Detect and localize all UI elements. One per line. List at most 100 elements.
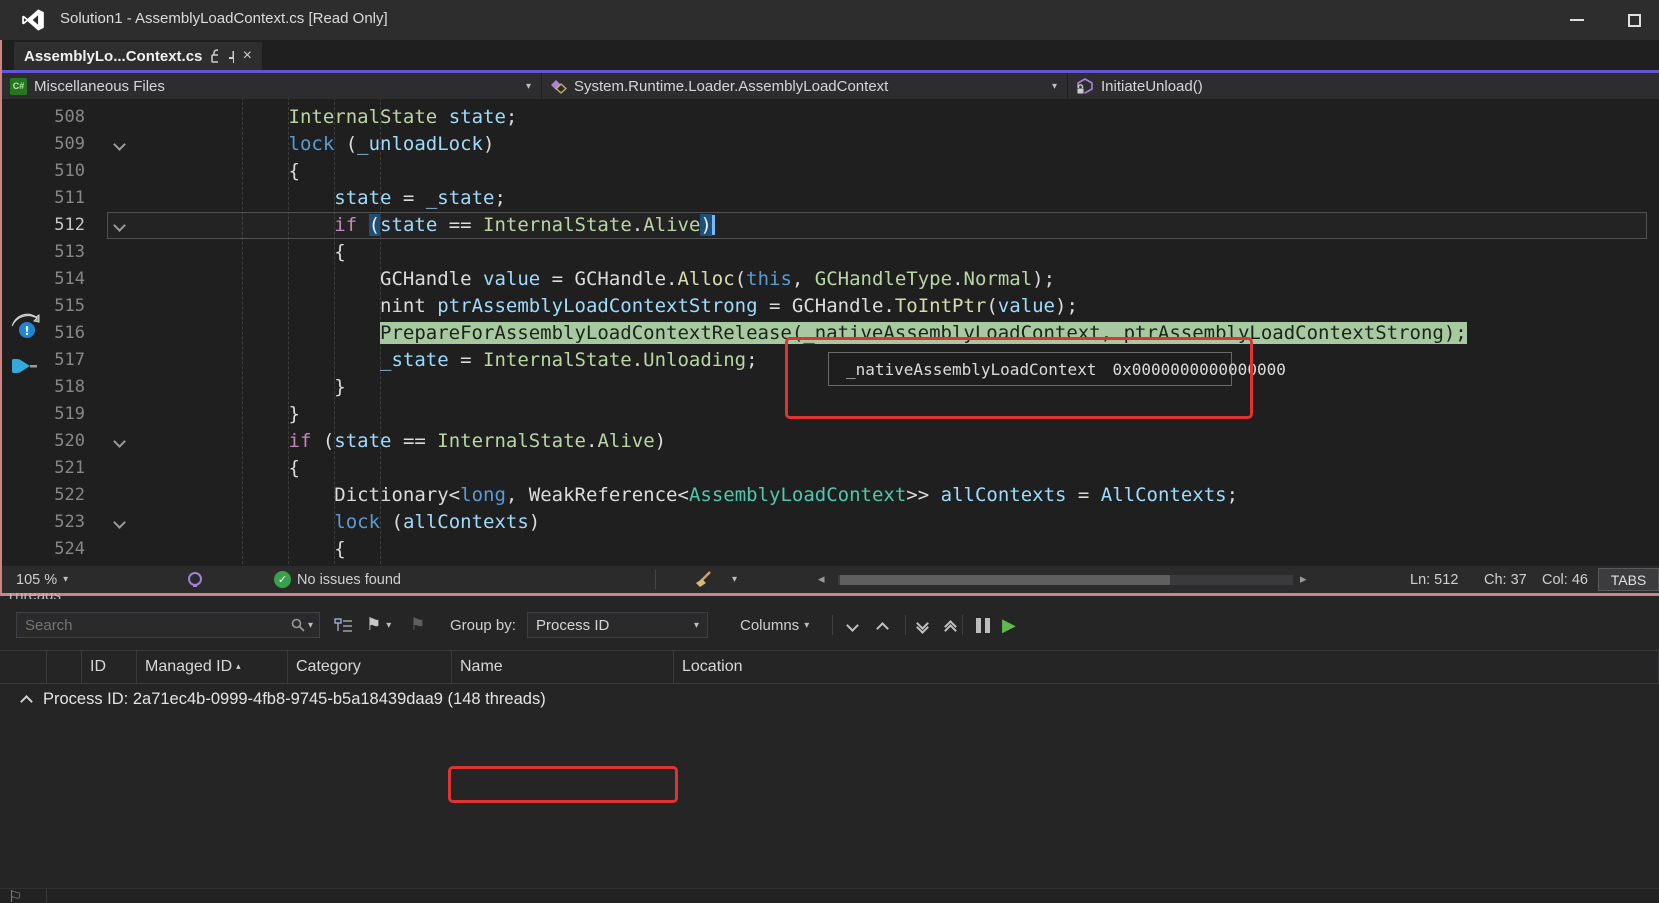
line-number: 510	[2, 158, 85, 185]
editor-line[interactable]: 513 {	[2, 239, 1659, 266]
process-group-row[interactable]: Process ID: 2a71ec4b-0999-4fb8-9745-b5a1…	[0, 684, 1659, 714]
editor-line[interactable]: 509 lock (_unloadLock)	[2, 131, 1659, 158]
group-by-dropdown[interactable]: Process ID ▾	[527, 612, 708, 638]
editor-line[interactable]: 510 {	[2, 158, 1659, 185]
title-bar: Solution1 - AssemblyLoadContext.cs [Read…	[0, 0, 1659, 40]
column-header-managed-id[interactable]: Managed ID▴	[137, 651, 288, 683]
code-text[interactable]: {	[197, 455, 300, 482]
type-dropdown[interactable]: System.Runtime.Loader.AssemblyLoadContex…	[542, 73, 1068, 99]
horizontal-scrollbar[interactable]	[838, 575, 1293, 585]
group-toggle-button[interactable]	[334, 612, 354, 638]
column-header-blank[interactable]	[47, 651, 82, 683]
pause-button[interactable]	[976, 612, 990, 638]
column-header-id[interactable]: ID	[82, 651, 137, 683]
code-text[interactable]: Dictionary<long, WeakReference<AssemblyL…	[197, 482, 1238, 509]
column-header-blank[interactable]	[0, 651, 47, 683]
code-cleanup-broom-icon[interactable]	[694, 570, 720, 589]
code-text[interactable]: {	[197, 536, 346, 563]
fold-chevron-icon[interactable]	[113, 138, 126, 151]
code-cleanup-caret[interactable]: ▾	[732, 566, 737, 593]
collapse-chevron-icon[interactable]	[20, 695, 33, 708]
editor-line[interactable]: 514 GCHandle value = GCHandle.Alloc(this…	[2, 266, 1659, 293]
scroll-right-arrow[interactable]: ▸	[1300, 566, 1307, 593]
close-tab-icon[interactable]: ×	[243, 48, 252, 64]
code-text[interactable]: {	[197, 158, 300, 185]
member-dropdown[interactable]: InitiateUnload()	[1068, 73, 1659, 99]
code-text[interactable]: {	[197, 239, 346, 266]
maximize-button[interactable]	[1614, 8, 1654, 32]
fold-chevron-icon[interactable]	[113, 435, 126, 448]
tab-assemblyloadcontext[interactable]: AssemblyLo...Context.cs ×	[14, 42, 262, 70]
project-dropdown[interactable]: C# Miscellaneous Files ▾	[2, 73, 542, 99]
code-editor[interactable]: 507 RaiseUnloadEvent();508 InternalState…	[2, 40, 1659, 566]
text-caret	[712, 215, 715, 235]
pin-icon[interactable]	[227, 50, 234, 63]
collapse-all-button[interactable]	[918, 612, 927, 638]
line-number: 519	[2, 401, 85, 428]
editor-line[interactable]: 522 Dictionary<long, WeakReference<Assem…	[2, 482, 1659, 509]
line-number: 523	[2, 509, 85, 536]
editor-line[interactable]: 512 if (state == InternalState.Alive)	[2, 212, 1659, 239]
scrollbar-thumb[interactable]	[840, 575, 1170, 585]
line-indicator: Ln: 512	[1410, 566, 1458, 593]
table-row-partial[interactable]: ⚐	[0, 888, 1659, 903]
minimize-icon	[1570, 19, 1584, 21]
editor-line[interactable]: 520 if (state == InternalState.Alive)	[2, 428, 1659, 455]
pause-icon	[976, 618, 990, 633]
chevron-down-icon: ▾	[1052, 81, 1057, 92]
issues-status[interactable]: ✓ No issues found	[274, 566, 401, 593]
project-dropdown-value: Miscellaneous Files	[34, 78, 165, 95]
code-text[interactable]: }	[197, 374, 346, 401]
code-text[interactable]: }	[197, 401, 300, 428]
line-number: 508	[2, 104, 85, 131]
fold-chevron-icon[interactable]	[113, 516, 126, 529]
flag-filter-button[interactable]: ⚑ ▾	[366, 612, 391, 638]
method-private-icon	[1076, 78, 1094, 95]
expand-all-button[interactable]	[946, 612, 955, 638]
zoom-level-dropdown[interactable]: 105 % ▾	[16, 566, 68, 593]
line-number: 511	[2, 185, 85, 212]
issues-status-text: No issues found	[297, 572, 401, 588]
line-number: 520	[2, 428, 85, 455]
return-execution-glyph-icon[interactable]: !	[8, 308, 42, 340]
flag-just-my-code-button[interactable]: ⚑	[410, 612, 425, 638]
continue-button[interactable]: ▶	[1002, 612, 1016, 638]
health-indicator-icon[interactable]	[186, 571, 204, 589]
editor-line[interactable]: 511 state = _state;	[2, 185, 1659, 212]
zoom-level-value: 105 %	[16, 572, 57, 588]
editor-line[interactable]: 524 {	[2, 536, 1659, 563]
search-input[interactable]	[17, 617, 290, 634]
code-text[interactable]: InternalState state;	[197, 104, 517, 131]
step-down-button[interactable]	[848, 612, 857, 638]
code-text[interactable]: GCHandle value = GCHandle.Alloc(this, GC…	[197, 266, 1055, 293]
minimize-button[interactable]	[1557, 8, 1597, 32]
code-text[interactable]: if (state == InternalState.Alive)	[197, 428, 666, 455]
code-text[interactable]: if (state == InternalState.Alive)	[197, 212, 715, 239]
code-text[interactable]: state = _state;	[197, 185, 506, 212]
code-text[interactable]: nint ptrAssemblyLoadContextStrong = GCHa…	[197, 293, 1078, 320]
editor-line[interactable]: 523 lock (allContexts)	[2, 509, 1659, 536]
code-text[interactable]: lock (allContexts)	[197, 509, 540, 536]
annotation-red-box-gc-finalizer	[448, 766, 678, 803]
scroll-left-arrow[interactable]: ◂	[818, 566, 825, 593]
editor-line[interactable]: 508 InternalState state;	[2, 104, 1659, 131]
column-header-location[interactable]: Location	[674, 651, 1659, 683]
editor-line[interactable]: 515 nint ptrAssemblyLoadContextStrong = …	[2, 293, 1659, 320]
tab-strip: AssemblyLo...Context.cs ×	[2, 40, 1659, 70]
column-header-name[interactable]: Name	[452, 651, 674, 683]
search-options-caret[interactable]: ▾	[308, 620, 313, 631]
code-text[interactable]: lock (_unloadLock)	[197, 131, 494, 158]
columns-button[interactable]: Columns ▾	[740, 612, 809, 638]
threads-search-box[interactable]: ▾	[16, 612, 320, 638]
type-dropdown-value: System.Runtime.Loader.AssemblyLoadContex…	[574, 78, 888, 95]
flag-icon[interactable]: ⚐	[8, 889, 22, 903]
line-number: 518	[2, 374, 85, 401]
tabs-spaces-toggle[interactable]: TABS	[1598, 568, 1659, 591]
chevron-down-icon: ▾	[694, 620, 699, 631]
step-up-button[interactable]	[878, 612, 887, 638]
column-header-category[interactable]: Category	[288, 651, 452, 683]
search-icon	[290, 617, 306, 633]
pinned-datatip-pin-icon[interactable]	[10, 355, 40, 377]
code-text[interactable]: _state = InternalState.Unloading;	[197, 347, 758, 374]
editor-line[interactable]: 521 {	[2, 455, 1659, 482]
